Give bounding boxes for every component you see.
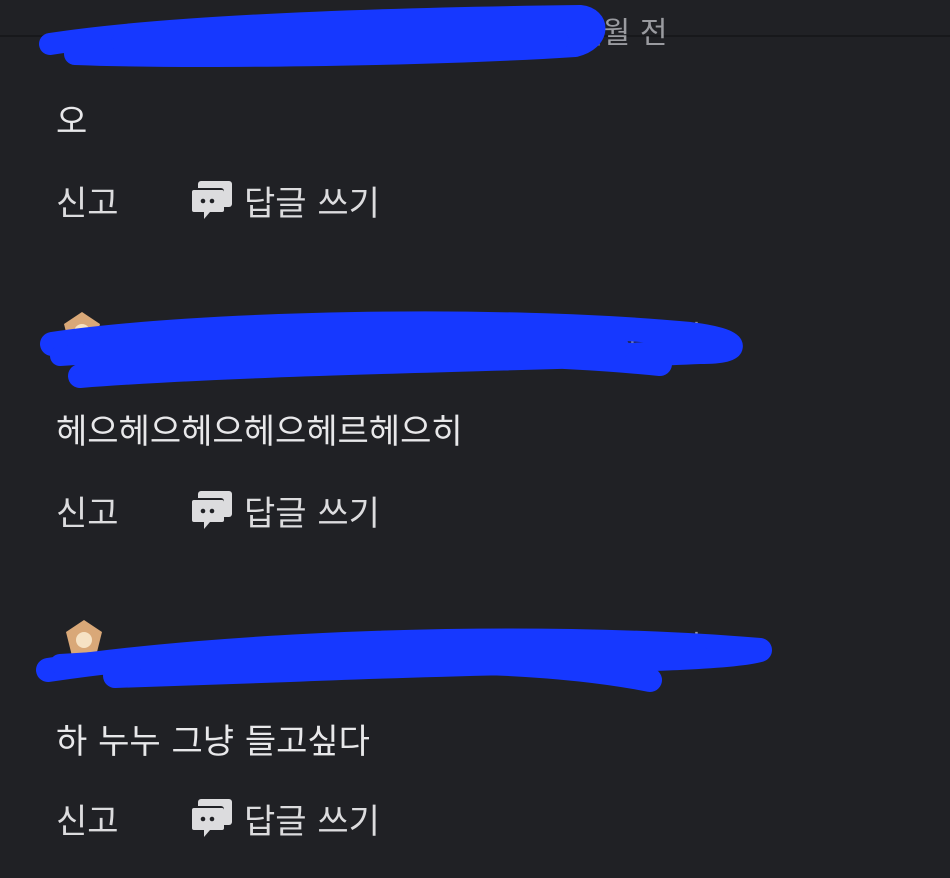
chat-bubble-icon (192, 491, 232, 529)
comment-text: 헤으헤으헤으헤으헤르헤으히 (56, 412, 463, 452)
comment-time: 1개월 전 (590, 320, 702, 355)
reply-button[interactable]: 답글 쓰기 (188, 486, 380, 535)
reply-label: 답글 쓰기 (244, 801, 380, 842)
reply-label: 답글 쓰기 (244, 183, 380, 224)
redaction-scribble (40, 311, 743, 388)
comment-actions: 신고 답글 쓰기 (56, 486, 380, 535)
comment-actions: 신고 답글 쓰기 (56, 176, 380, 225)
redaction-scribble (36, 628, 772, 692)
report-button[interactable]: 신고 (56, 794, 188, 843)
reply-button[interactable]: 답글 쓰기 (188, 794, 380, 843)
comment-time: 1개월 전 (590, 630, 702, 665)
comment-actions: 신고 답글 쓰기 (56, 794, 380, 843)
badge-avatar-icon (64, 312, 100, 348)
chat-bubble-icon (192, 181, 232, 219)
comment-text: 하 누누 그냥 들고싶다 (56, 722, 370, 762)
comment-text: 오 (56, 102, 88, 142)
reply-button[interactable]: 답글 쓰기 (188, 176, 380, 225)
chat-bubble-icon (192, 799, 232, 837)
report-button[interactable]: 신고 (56, 486, 188, 535)
report-button[interactable]: 신고 (56, 176, 188, 225)
comment-time: 1개월 전 (556, 16, 668, 51)
comment-header: 1개월 전 (56, 8, 776, 51)
reply-label: 답글 쓰기 (244, 493, 380, 534)
badge-avatar-icon (66, 620, 102, 656)
